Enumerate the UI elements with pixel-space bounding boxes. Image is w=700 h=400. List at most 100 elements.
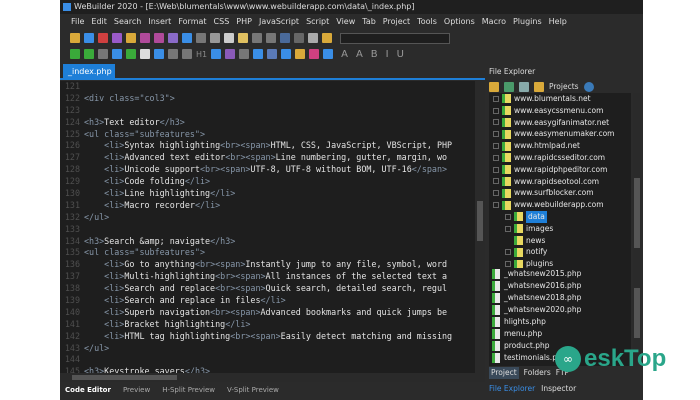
file-item[interactable]: menu.php [489, 328, 631, 340]
expander-icon[interactable] [505, 213, 511, 220]
menu-item-css[interactable]: CSS [214, 14, 230, 30]
toolbar-icon[interactable] [253, 49, 264, 59]
refresh-icon[interactable] [504, 81, 514, 92]
menu-item-file[interactable]: File [71, 14, 84, 30]
toolbar-icon[interactable] [126, 49, 136, 59]
tab-folders[interactable]: Folders [524, 367, 551, 379]
tree-item[interactable]: www.surfblocker.com [489, 187, 631, 199]
menu-item-tools[interactable]: Tools [417, 14, 437, 30]
tree-item[interactable]: www.blumentals.net [489, 93, 631, 105]
code-editor[interactable]: 121 122 <div class="col3"> 123 124 <h3>Text e… [60, 81, 475, 373]
editor-horizontal-scrollbar[interactable] [60, 373, 485, 382]
toolbar-icon[interactable] [239, 49, 250, 59]
menu-item-javascript[interactable]: JavaScript [259, 14, 299, 30]
font_a-button[interactable]: A [341, 49, 348, 60]
projects-button[interactable]: Projects [549, 82, 579, 91]
bold-button[interactable]: B [371, 49, 378, 60]
expander-icon[interactable] [493, 190, 499, 197]
expander-icon[interactable] [493, 107, 499, 114]
scroll-thumb[interactable] [477, 201, 483, 241]
file-item[interactable]: _whatsnew2016.php [489, 280, 631, 292]
tree-item[interactable]: www.webuilderapp.com [489, 199, 631, 211]
tree-scrollbar[interactable] [633, 93, 641, 268]
menu-item-tab[interactable]: Tab [362, 14, 376, 30]
toolbar-icon[interactable] [211, 49, 222, 59]
tab-index-php[interactable]: _index.php × [63, 64, 115, 92]
expander-icon[interactable] [493, 95, 499, 102]
tree-item[interactable]: plugins [489, 258, 631, 268]
italic-button[interactable]: I [386, 49, 389, 60]
toolbar-icon[interactable] [295, 49, 306, 59]
expander-icon[interactable] [505, 225, 511, 232]
toolbar-icon[interactable] [182, 33, 192, 43]
toolbar-icon[interactable] [322, 33, 332, 43]
expander-icon[interactable] [493, 131, 499, 138]
toolbar-icon[interactable] [84, 49, 94, 59]
tab-project[interactable]: Project [489, 367, 519, 379]
folder-dropdown-icon[interactable] [534, 81, 544, 92]
tree-item[interactable]: notify [489, 246, 631, 258]
toolbar-search-input[interactable] [340, 32, 450, 44]
file-item[interactable]: _whatsnew2015.php [489, 268, 631, 280]
toolbar-icon[interactable] [267, 49, 278, 59]
file-item[interactable]: _whatsnew2018.php [489, 292, 631, 304]
menu-item-format[interactable]: Format [178, 14, 206, 30]
toolbar-icon[interactable] [140, 49, 150, 59]
tree-item[interactable]: news [489, 235, 631, 247]
tab-code-editor[interactable]: Code Editor [65, 382, 111, 398]
tree-item[interactable]: www.rapidcsseditor.com [489, 152, 631, 164]
toolbar-icon[interactable] [168, 49, 178, 59]
menu-item-edit[interactable]: Edit [91, 14, 107, 30]
toolbar-icon[interactable] [281, 49, 292, 59]
editor-vertical-scrollbar[interactable] [475, 81, 485, 373]
toolbar-icon[interactable] [225, 49, 236, 59]
font_a-button[interactable]: A [356, 49, 363, 60]
site-tree[interactable]: www.blumentals.net www.easycssmenu.com www… [489, 93, 631, 268]
expander-icon[interactable] [493, 119, 499, 126]
toolbar-icon[interactable] [154, 33, 164, 43]
tree-item[interactable]: www.easygifanimator.net [489, 117, 631, 129]
menu-item-php[interactable]: PHP [236, 14, 252, 30]
toolbar-icon[interactable] [238, 33, 248, 43]
tab-inspector[interactable]: Inspector [541, 382, 576, 395]
tab-preview[interactable]: Preview [123, 382, 150, 398]
tree-item[interactable]: www.rapidseotool.com [489, 176, 631, 188]
tree-item[interactable]: images [489, 223, 631, 235]
tree-item[interactable]: www.easymenumaker.com [489, 128, 631, 140]
tree-item[interactable]: www.easycssmenu.com [489, 105, 631, 117]
toolbar-icon[interactable] [154, 49, 164, 59]
globe-icon[interactable] [583, 81, 594, 92]
menu-item-search[interactable]: Search [114, 14, 141, 30]
tree-item[interactable]: www.rapidphpeditor.com [489, 164, 631, 176]
scroll-thumb[interactable] [72, 375, 177, 380]
menu-item-help[interactable]: Help [549, 14, 567, 30]
expander-icon[interactable] [493, 202, 499, 209]
tab-file-explorer[interactable]: File Explorer [489, 382, 535, 395]
menu-item-project[interactable]: Project [383, 14, 410, 30]
tree-item[interactable]: www.htmlpad.net [489, 140, 631, 152]
toolbar-icon[interactable] [266, 33, 276, 43]
toolbar-icon[interactable] [84, 33, 94, 43]
toolbar-icon[interactable] [309, 49, 320, 59]
tree-item[interactable]: data [489, 210, 631, 223]
underline-button[interactable]: U [397, 49, 404, 60]
menu-item-plugins[interactable]: Plugins [513, 14, 542, 30]
toolbar-icon[interactable] [112, 33, 122, 43]
menu-item-view[interactable]: View [336, 14, 355, 30]
menu-item-macro[interactable]: Macro [482, 14, 506, 30]
expander-icon[interactable] [505, 249, 511, 256]
expander-icon[interactable] [493, 143, 499, 150]
menu-item-options[interactable]: Options [444, 14, 475, 30]
toolbar-icon[interactable] [294, 33, 304, 43]
file-item[interactable]: _whatsnew2020.php [489, 304, 631, 316]
toolbar-icon[interactable] [70, 49, 80, 59]
folder-icon[interactable] [489, 81, 499, 92]
view-icon[interactable] [519, 81, 529, 92]
toolbar-icon[interactable] [210, 33, 220, 43]
toolbar-icon[interactable] [98, 49, 108, 59]
menu-item-insert[interactable]: Insert [148, 14, 171, 30]
expander-icon[interactable] [493, 178, 499, 185]
file-item[interactable]: hlights.php [489, 316, 631, 328]
toolbar-icon[interactable] [308, 33, 318, 43]
toolbar-icon[interactable] [196, 33, 206, 43]
